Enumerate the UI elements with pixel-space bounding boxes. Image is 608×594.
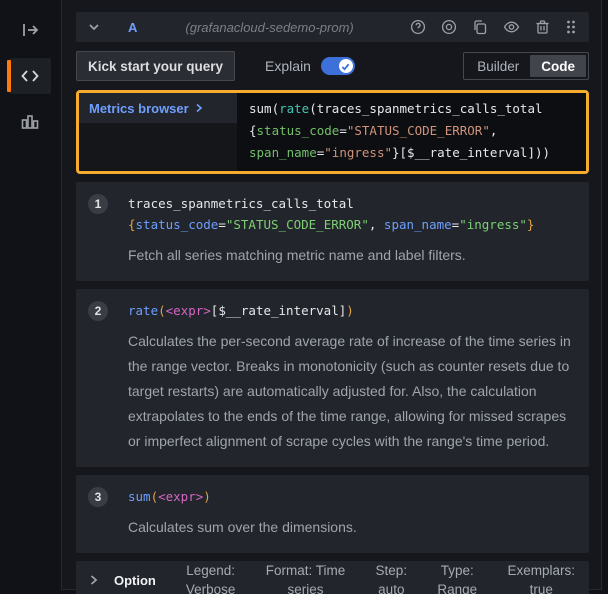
trash-icon[interactable] — [535, 19, 550, 35]
query-editor-highlighted: Metrics browser sum(rate(traces_spanmetr… — [76, 90, 589, 174]
code-line: sum(rate(traces_spanmetrics_calls_total — [249, 98, 580, 120]
editor-mode-switch: Builder Code — [463, 52, 589, 80]
help-icon[interactable] — [410, 19, 426, 35]
explain-label: Explain — [265, 58, 311, 74]
metrics-browser-label: Metrics browser — [89, 101, 189, 116]
bar-chart-icon — [20, 112, 40, 132]
step-code: rate(<expr>[$__rate_interval]) — [128, 300, 354, 321]
check-icon — [341, 62, 350, 71]
explain-step-2: 2 rate(<expr>[$__rate_interval]) Calcula… — [76, 289, 589, 467]
explain-toggle[interactable] — [321, 57, 355, 75]
drag-handle-icon[interactable] — [565, 19, 577, 35]
options-row[interactable]: Option Legend:Verbose Format: Timeseries… — [76, 561, 589, 594]
promql-code-input[interactable]: sum(rate(traces_spanmetrics_calls_total … — [237, 93, 586, 171]
step-number-badge: 2 — [88, 301, 108, 321]
code-line: span_name="ingress"}[$__rate_interval])) — [249, 142, 580, 164]
code-line: {status_code="STATUS_CODE_ERROR", span_n… — [128, 214, 534, 235]
code-line: {status_code="STATUS_CODE_ERROR", — [249, 120, 580, 142]
stat-legend: Legend:Verbose — [186, 561, 236, 594]
step-description: Fetch all series matching metric name an… — [128, 243, 577, 268]
duplicate-icon[interactable] — [472, 19, 488, 35]
step-description: Calculates the per-second average rate o… — [128, 329, 577, 454]
sidebar-item-expand[interactable] — [9, 12, 51, 48]
mode-code-button[interactable]: Code — [530, 55, 586, 77]
step-description: Calculates sum over the dimensions. — [128, 515, 577, 540]
code-line: rate(<expr>[$__rate_interval]) — [128, 300, 354, 321]
datasource-name: (grafanacloud-sedemo-prom) — [185, 20, 353, 35]
query-row-header: A (grafanacloud-sedemo-prom) — [76, 12, 589, 42]
eye-icon[interactable] — [503, 19, 520, 35]
kick-start-query-button[interactable]: Kick start your query — [76, 51, 235, 81]
stat-type: Type:Range — [437, 561, 477, 594]
chevron-right-icon — [88, 574, 99, 586]
chevron-right-icon — [195, 103, 203, 113]
toggle-knob — [339, 59, 353, 73]
code-line: traces_spanmetrics_calls_total — [128, 193, 534, 214]
mode-builder-button[interactable]: Builder — [466, 55, 530, 77]
options-label: Option — [114, 573, 156, 588]
left-sidebar — [0, 0, 59, 594]
step-code: sum(<expr>) — [128, 486, 211, 507]
query-editor-panel: A (grafanacloud-sedemo-prom) — [61, 0, 602, 590]
code-brackets-icon — [20, 66, 40, 86]
code-line: sum(<expr>) — [128, 486, 211, 507]
explain-step-1: 1 traces_spanmetrics_calls_total {status… — [76, 182, 589, 281]
step-number-badge: 3 — [88, 487, 108, 507]
query-toolbar: Kick start your query Explain Builder Co… — [76, 51, 589, 81]
record-circle-icon[interactable] — [441, 19, 457, 35]
metrics-browser-panel: Metrics browser — [79, 93, 237, 171]
metrics-browser-button[interactable]: Metrics browser — [79, 93, 237, 123]
stat-format: Format: Timeseries — [266, 561, 346, 594]
sidebar-item-code[interactable] — [9, 58, 51, 94]
stat-step: Step:auto — [376, 561, 408, 594]
options-stats: Legend:Verbose Format: Timeseries Step:a… — [186, 561, 575, 594]
collapse-chevron-icon[interactable] — [88, 21, 100, 33]
explain-step-3: 3 sum(<expr>) Calculates sum over the di… — [76, 475, 589, 553]
query-row-actions — [410, 19, 577, 35]
expand-right-icon — [20, 20, 40, 40]
sidebar-item-chart[interactable] — [9, 104, 51, 140]
step-code: traces_spanmetrics_calls_total {status_c… — [128, 193, 534, 235]
step-number-badge: 1 — [88, 194, 108, 214]
query-ref-id[interactable]: A — [128, 20, 137, 35]
stat-exemplars: Exemplars:true — [507, 561, 575, 594]
